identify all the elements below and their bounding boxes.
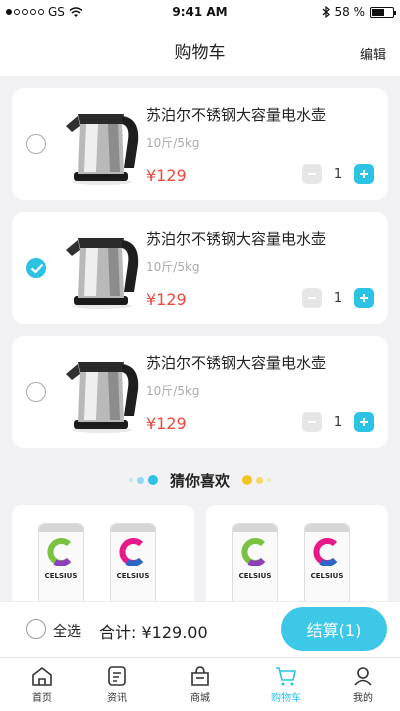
quantity-stepper: 1 xyxy=(302,164,374,184)
product-price: ¥129 xyxy=(146,166,187,185)
celsius-logo-icon xyxy=(313,538,338,566)
plus-icon xyxy=(360,418,368,426)
battery-percent: 58 % xyxy=(334,5,366,19)
tab-profile[interactable]: 我的 xyxy=(335,666,391,704)
minus-icon xyxy=(308,297,316,299)
kettle-image[interactable] xyxy=(62,102,142,186)
tab-label: 资讯 xyxy=(107,693,127,704)
product-spec: 10斤/5kg xyxy=(146,136,200,150)
product-spec: 10斤/5kg xyxy=(146,260,200,274)
carrier-name: GS xyxy=(48,5,65,19)
store-icon xyxy=(191,666,209,686)
celsius-logo-icon xyxy=(241,538,266,566)
cart-icon xyxy=(276,667,296,686)
tab-home[interactable]: 首页 xyxy=(14,666,70,704)
cart-item[interactable]: 苏泊尔不锈钢大容量电水壶 10斤/5kg ¥129 1 xyxy=(12,212,388,324)
product-brand: CELSIUS xyxy=(116,572,150,580)
quantity-value[interactable]: 1 xyxy=(322,167,354,182)
signal-strength-icon xyxy=(6,9,44,15)
product-name[interactable]: 苏泊尔不锈钢大容量电水壶 xyxy=(146,104,326,125)
recommend-product-card[interactable]: CELSIUS CELSIUS xyxy=(12,505,194,615)
wifi-icon xyxy=(69,6,83,17)
quantity-stepper: 1 xyxy=(302,412,374,432)
plus-icon xyxy=(360,294,368,302)
increase-quantity-button[interactable] xyxy=(354,288,374,308)
product-name[interactable]: 苏泊尔不锈钢大容量电水壶 xyxy=(146,352,326,373)
quantity-value[interactable]: 1 xyxy=(322,291,354,306)
tab-news[interactable]: 资讯 xyxy=(89,666,145,704)
nav-bar: 购物车 编辑 xyxy=(0,24,400,76)
total-price: 合计: ¥129.00 xyxy=(99,623,208,642)
checkout-button[interactable]: 结算(1) xyxy=(281,607,387,651)
tab-cart[interactable]: 购物车 xyxy=(258,666,314,704)
tab-label: 我的 xyxy=(353,693,373,704)
tab-label: 首页 xyxy=(32,693,52,704)
cart-item[interactable]: 苏泊尔不锈钢大容量电水壶 10斤/5kg ¥129 1 xyxy=(12,88,388,200)
recommend-product-card[interactable]: CELSIUS CELSIUS xyxy=(206,505,388,615)
kettle-image[interactable] xyxy=(62,350,142,434)
carrier-signal: GS xyxy=(6,5,156,19)
tab-label: 购物车 xyxy=(271,693,301,704)
product-price: ¥129 xyxy=(146,414,187,433)
product-brand: CELSIUS xyxy=(238,572,272,580)
check-icon xyxy=(30,263,44,274)
status-time: 9:41 AM xyxy=(172,5,228,19)
item-select-checkbox[interactable] xyxy=(26,134,46,154)
checkout-bar: 全选 合计: ¥129.00 结算(1) xyxy=(0,601,400,657)
decrease-quantity-button[interactable] xyxy=(302,288,322,308)
product-name[interactable]: 苏泊尔不锈钢大容量电水壶 xyxy=(146,228,326,249)
status-right: 58 % xyxy=(244,5,396,19)
page-title: 购物车 xyxy=(174,42,226,63)
product-brand: CELSIUS xyxy=(310,572,344,580)
decor-dots-right-icon xyxy=(242,475,271,485)
quantity-stepper: 1 xyxy=(302,288,374,308)
kettle-image[interactable] xyxy=(62,226,142,310)
decor-dots-left-icon xyxy=(128,475,158,485)
product-spec: 10斤/5kg xyxy=(146,384,200,398)
recommend-title: 猜你喜欢 xyxy=(169,471,230,490)
bluetooth-icon xyxy=(322,6,330,18)
minus-icon xyxy=(308,173,316,175)
product-brand: CELSIUS xyxy=(44,572,78,580)
minus-icon xyxy=(308,421,316,423)
news-icon xyxy=(108,666,126,686)
quantity-value[interactable]: 1 xyxy=(322,415,354,430)
battery-icon xyxy=(370,6,396,18)
product-price: ¥129 xyxy=(146,290,187,309)
celsius-logo-icon xyxy=(47,538,72,566)
increase-quantity-button[interactable] xyxy=(354,412,374,432)
cart-item[interactable]: 苏泊尔不锈钢大容量电水壶 10斤/5kg ¥129 1 xyxy=(12,336,388,448)
decrease-quantity-button[interactable] xyxy=(302,412,322,432)
recommend-header: 猜你喜欢 xyxy=(0,468,400,492)
home-icon xyxy=(32,667,52,686)
select-all-checkbox[interactable] xyxy=(26,619,46,639)
celsius-logo-icon xyxy=(119,538,144,566)
tab-store[interactable]: 商城 xyxy=(172,666,228,704)
select-all-label[interactable]: 全选 xyxy=(53,621,81,641)
item-select-checkbox[interactable] xyxy=(26,382,46,402)
edit-button[interactable]: 编辑 xyxy=(360,44,386,63)
tab-label: 商城 xyxy=(190,693,210,704)
increase-quantity-button[interactable] xyxy=(354,164,374,184)
profile-icon xyxy=(354,667,372,686)
decrease-quantity-button[interactable] xyxy=(302,164,322,184)
status-bar: GS 9:41 AM 58 % xyxy=(0,0,400,24)
tab-bar: 首页 资讯 商城 购物车 我的 xyxy=(0,657,400,711)
plus-icon xyxy=(360,170,368,178)
item-select-checkbox[interactable] xyxy=(26,258,46,278)
